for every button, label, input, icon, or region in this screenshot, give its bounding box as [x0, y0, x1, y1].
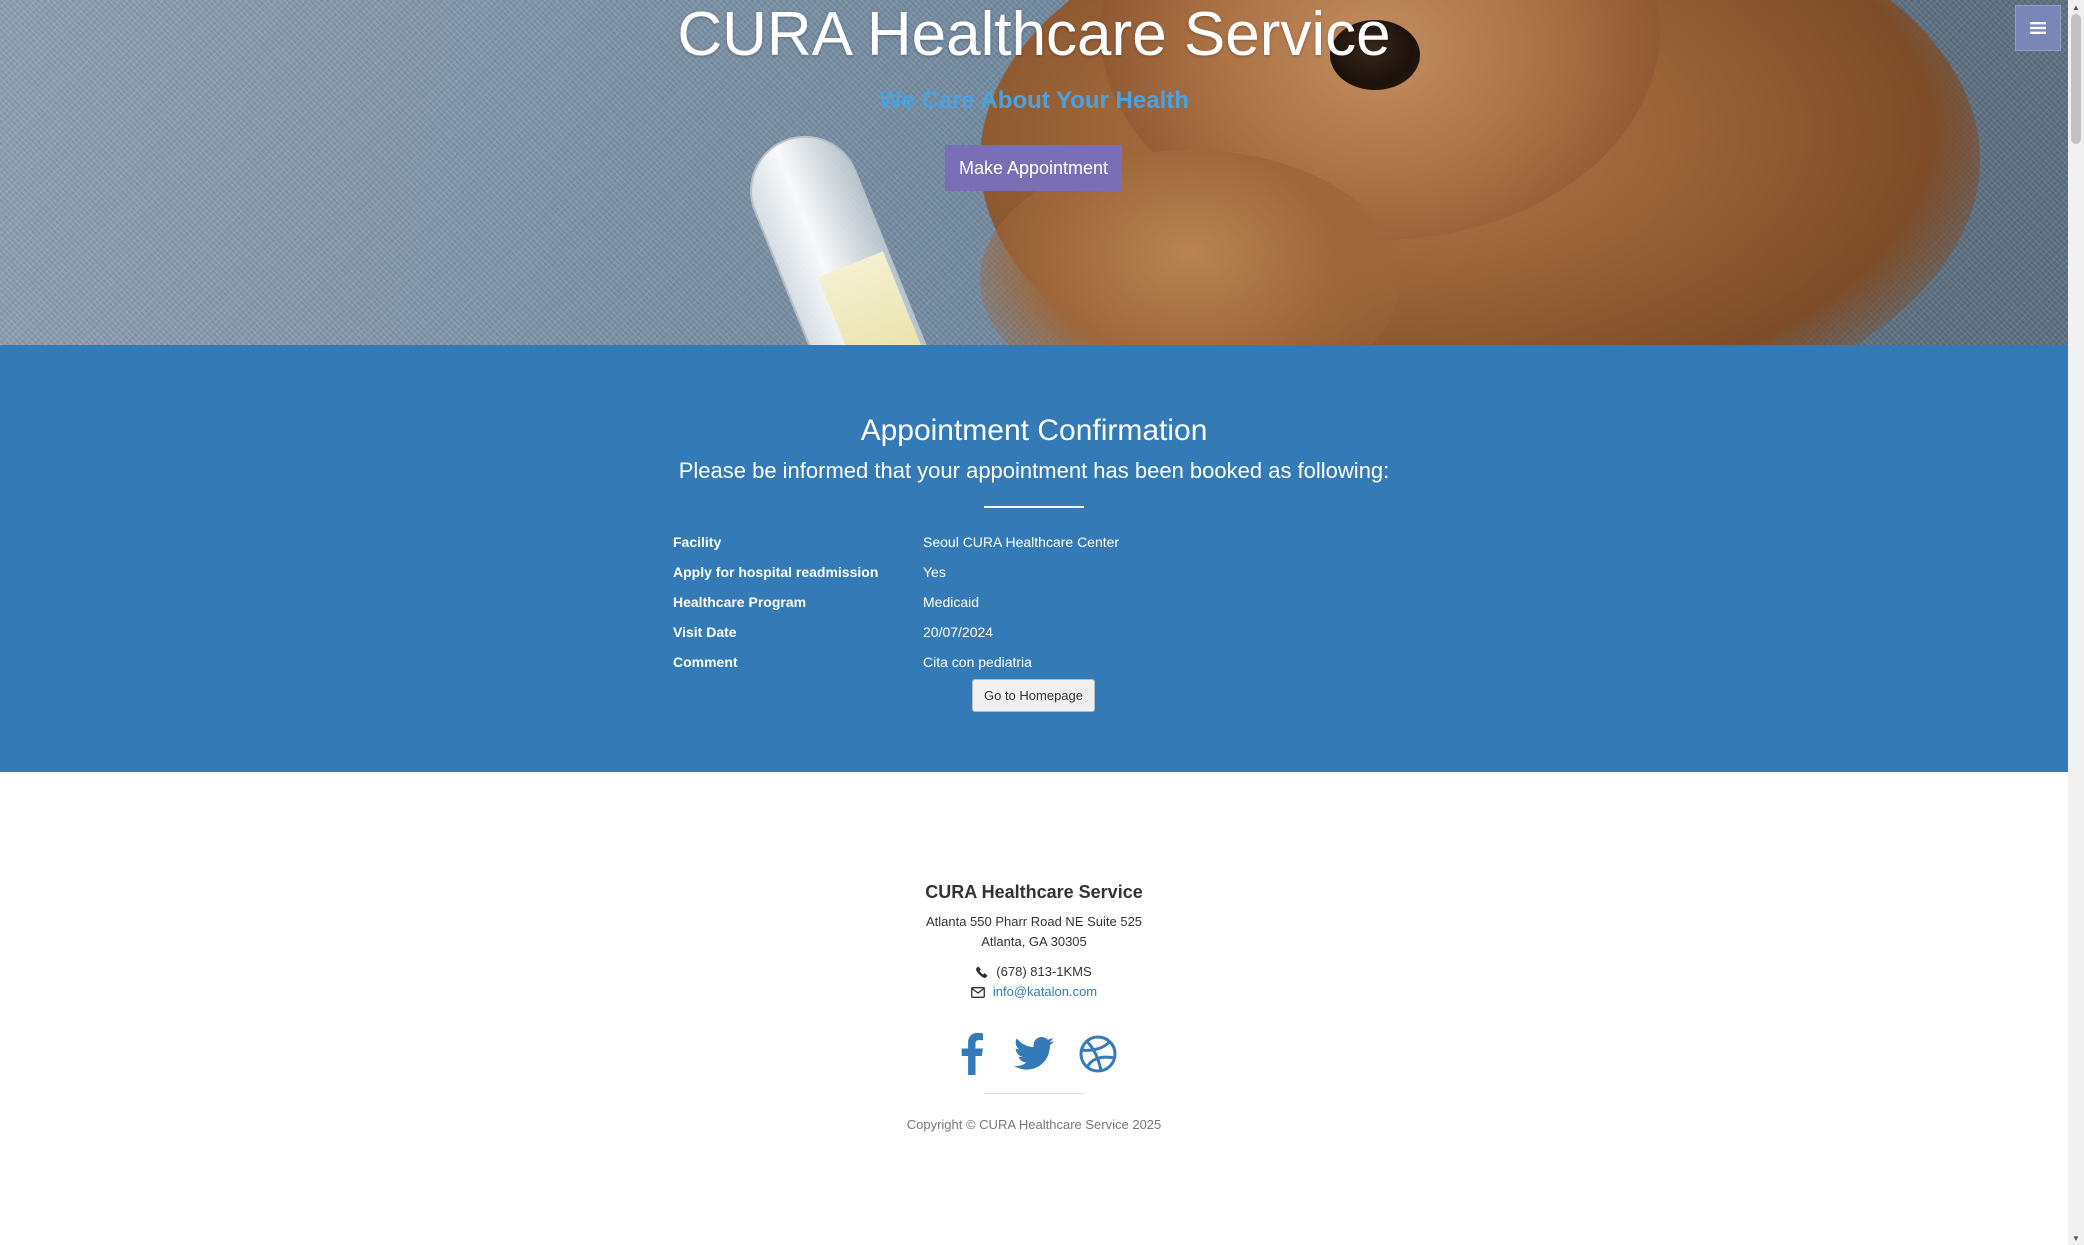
- vertical-scrollbar[interactable]: ▲ ▼: [2068, 0, 2084, 1245]
- readmission-value: Yes: [923, 564, 946, 580]
- confirmation-title: Appointment Confirmation: [860, 414, 1208, 447]
- visit-date-value: 20/07/2024: [923, 624, 994, 640]
- page-footer: CURA Healthcare Service Atlanta 550 Phar…: [0, 772, 2068, 1245]
- confirmation-lead: Please be informed that your appointment…: [678, 458, 1390, 483]
- section-divider: [984, 506, 1084, 508]
- facility-label: Facility: [673, 534, 722, 550]
- make-appointment-button[interactable]: Make Appointment: [945, 145, 1122, 191]
- envelope-icon: [970, 986, 985, 998]
- detail-row-readmission: Apply for hospital readmission Yes: [673, 557, 1393, 587]
- scroll-up-arrow-icon[interactable]: ▲: [2068, 0, 2084, 14]
- facility-value: Seoul CURA Healthcare Center: [923, 534, 1120, 550]
- email-link[interactable]: info@katalon.com: [993, 982, 1097, 1002]
- footer-phone: (678) 813-1KMS: [0, 962, 2068, 982]
- site-title: CURA Healthcare Service: [677, 0, 1391, 69]
- detail-row-facility: Facility Seoul CURA Healthcare Center: [673, 527, 1393, 557]
- visit-date-label: Visit Date: [673, 624, 737, 640]
- detail-row-program: Healthcare Program Medicaid: [673, 587, 1393, 617]
- appointment-confirmation-section: Appointment Confirmation Please be infor…: [0, 345, 2068, 772]
- phone-number: (678) 813-1KMS: [996, 964, 1092, 979]
- twitter-icon[interactable]: [1010, 1030, 1058, 1078]
- footer-divider: [984, 1093, 1084, 1094]
- copyright-text: Copyright © CURA Healthcare Service 2025: [906, 1117, 1162, 1132]
- hamburger-menu-icon: [2030, 22, 2046, 34]
- readmission-label: Apply for hospital readmission: [673, 564, 879, 580]
- go-to-homepage-button[interactable]: Go to Homepage: [972, 679, 1095, 712]
- social-links: [948, 1030, 1120, 1078]
- comment-value: Cita con pediatria: [923, 654, 1032, 670]
- dribbble-icon[interactable]: [1074, 1030, 1122, 1078]
- program-label: Healthcare Program: [673, 594, 807, 610]
- program-value: Medicaid: [923, 594, 980, 610]
- facebook-icon[interactable]: [948, 1030, 996, 1078]
- menu-toggle-button[interactable]: [2015, 5, 2061, 51]
- site-tagline: We Care About Your Health: [879, 87, 1189, 114]
- phone-icon: [976, 966, 988, 978]
- hero-header: CURA Healthcare Service We Care About Yo…: [0, 0, 2068, 345]
- detail-row-comment: Comment Cita con pediatria: [673, 647, 1393, 677]
- footer-address-line2: Atlanta, GA 30305: [981, 934, 1087, 949]
- footer-title: CURA Healthcare Service: [925, 882, 1143, 902]
- scrollbar-thumb[interactable]: [2071, 14, 2081, 144]
- footer-email: info@katalon.com: [0, 982, 2068, 1002]
- footer-address-line1: Atlanta 550 Pharr Road NE Suite 525: [925, 914, 1143, 929]
- scroll-down-arrow-icon[interactable]: ▼: [2068, 1231, 2084, 1245]
- detail-row-visit-date: Visit Date 20/07/2024: [673, 617, 1393, 647]
- comment-label: Comment: [673, 654, 738, 670]
